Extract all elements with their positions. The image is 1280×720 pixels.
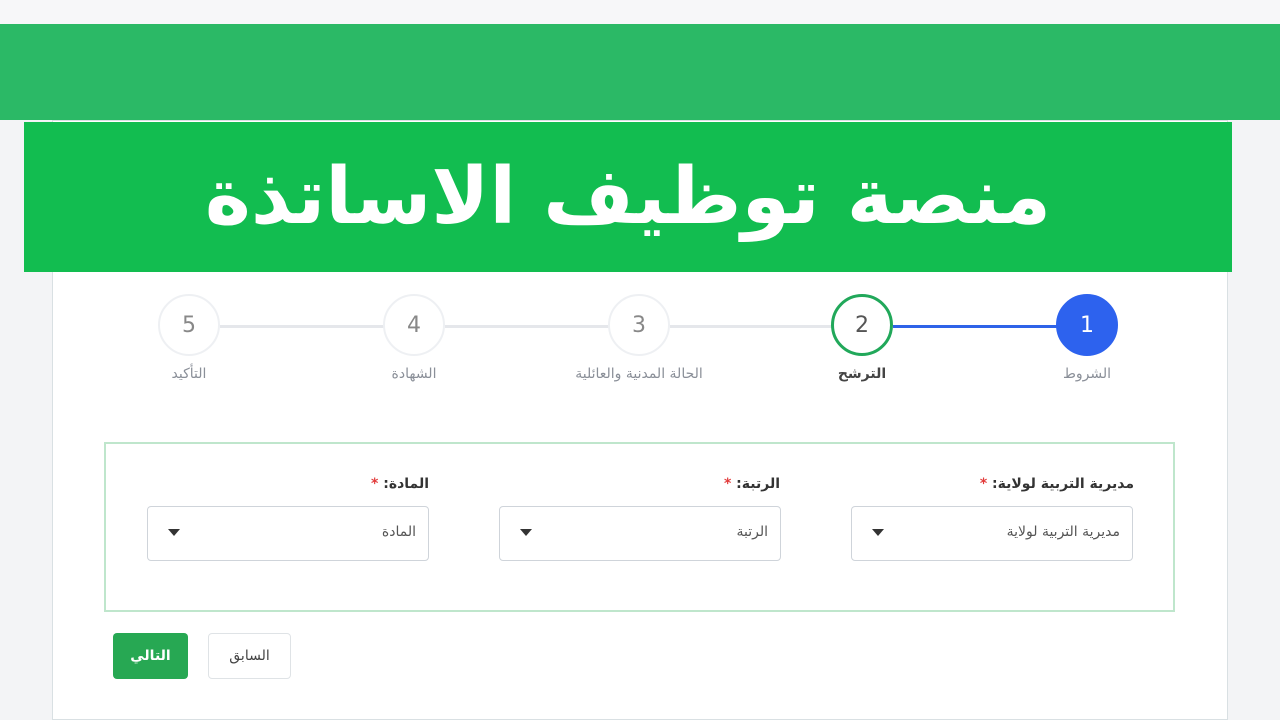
subject-select-value: المادة [381, 524, 416, 540]
required-marker: * [371, 476, 379, 492]
required-marker: * [723, 476, 732, 492]
step-3-label: الحالة المدنية والعائلية [575, 366, 703, 382]
step-3-number: 3 [632, 312, 646, 338]
step-connector-1-2 [893, 325, 1057, 328]
step-connector-4-5 [220, 325, 384, 328]
step-5-number: 5 [182, 312, 196, 338]
browser-top-strip [0, 0, 1280, 24]
step-5-circle[interactable]: 5 [158, 294, 220, 356]
step-4-label: الشهادة [391, 366, 437, 382]
rank-select[interactable]: الرتبة [499, 506, 781, 561]
subject-label: المادة: * [371, 476, 429, 492]
step-1-label: الشروط [1062, 366, 1112, 382]
step-2-circle[interactable]: 2 [831, 294, 893, 356]
step-2-number: 2 [855, 312, 869, 338]
step-connector-3-4 [445, 325, 609, 328]
site-header-bar [0, 24, 1280, 120]
page-title: منصة توظيف الاساتذة [204, 152, 1052, 242]
rank-label: الرتبة: * [724, 476, 780, 492]
caret-down-icon [168, 529, 180, 536]
step-1-circle[interactable]: 1 [1056, 294, 1118, 356]
previous-button[interactable]: السابق [208, 633, 291, 679]
caret-down-icon [520, 529, 532, 536]
title-banner: منصة توظيف الاساتذة [24, 122, 1232, 272]
caret-down-icon [872, 529, 884, 536]
required-marker: * [979, 476, 988, 492]
directorate-select[interactable]: مديرية التربية لولاية [851, 506, 1133, 561]
directorate-select-value: مديرية التربية لولاية [1006, 524, 1120, 540]
subject-label-text: المادة: [383, 476, 429, 492]
step-4-circle[interactable]: 4 [383, 294, 445, 356]
rank-label-text: الرتبة: [736, 476, 780, 492]
step-4-number: 4 [407, 312, 421, 338]
directorate-label-text: مديرية التربية لولاية: [992, 476, 1134, 492]
next-button[interactable]: التالي [113, 633, 188, 679]
step-1-number: 1 [1080, 312, 1094, 338]
rank-select-value: الرتبة [736, 524, 768, 540]
step-connector-2-3 [670, 325, 832, 328]
directorate-label: مديرية التربية لولاية: * [980, 476, 1134, 492]
step-5-label: التأكيد [171, 366, 207, 382]
step-2-label: الترشح [837, 366, 887, 382]
subject-select[interactable]: المادة [147, 506, 429, 561]
step-3-circle[interactable]: 3 [608, 294, 670, 356]
